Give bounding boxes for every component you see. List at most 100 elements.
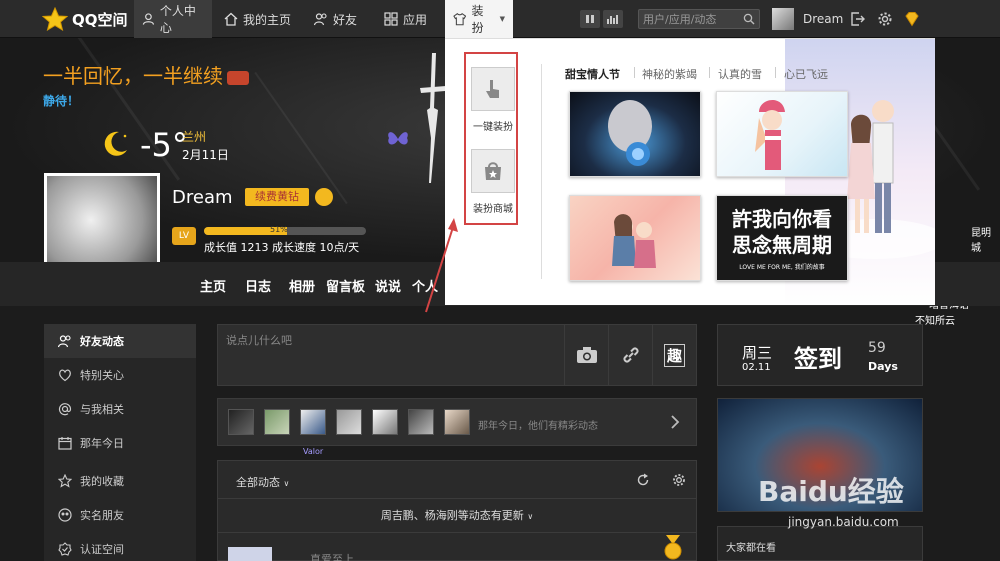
theme-tab-heart[interactable]: 心已飞远 <box>784 66 828 82</box>
memories-hint: 那年今日，他们有精彩动态 <box>478 421 598 432</box>
gear-icon[interactable] <box>672 473 686 487</box>
tab-dress-up[interactable]: 装扮 ▼ <box>445 0 513 38</box>
friend-avatar[interactable] <box>264 409 290 435</box>
growth-info: 成长值 1213 成长速度 10点/天 <box>204 241 360 254</box>
friend-avatar[interactable] <box>336 409 362 435</box>
friend-avatar[interactable] <box>408 409 434 435</box>
search-input[interactable] <box>639 10 739 28</box>
everyone-watching-title: 大家都在看 <box>726 543 776 554</box>
sidebar-item-favorites[interactable]: 我的收藏 <box>44 464 196 498</box>
diamond-icon[interactable] <box>904 11 920 27</box>
user-avatar[interactable] <box>772 8 794 30</box>
sidebar-item-friend-feed[interactable]: 好友动态 <box>44 324 196 358</box>
theme-thumb-text[interactable]: 許我向你看 思念無周期 LOVE ME FOR ME, 我们的故事 <box>716 195 848 281</box>
theme-tab-snow[interactable]: 认真的雪 <box>718 66 762 82</box>
theme-thumb-couple[interactable] <box>569 195 701 281</box>
popup-divider <box>541 64 542 279</box>
top-bar: QQ空间 个人中心 我的主页 好友 应用 装扮 ▼ Dream <box>0 0 1000 38</box>
checkin-count: 59 <box>868 340 886 356</box>
link-icon <box>622 347 639 363</box>
friend-avatar[interactable] <box>300 409 326 435</box>
friend-avatar[interactable] <box>444 409 470 435</box>
checkin-button[interactable]: 签到 <box>794 339 842 374</box>
tab-friends[interactable]: 好友 <box>306 0 366 38</box>
tab-separator <box>634 67 635 78</box>
checkin-card[interactable]: 周三 02.11 签到 59 Days <box>717 324 923 386</box>
weather-date: 2月11日 <box>182 148 229 162</box>
feed-panel: 全部动态 ∨ 周吉鹏、杨海刚等动态有更新 ∨ 真爱至上 <box>217 460 697 561</box>
subnav-album[interactable]: 相册 <box>289 276 315 295</box>
tab-apps[interactable]: 应用 <box>376 0 436 38</box>
tab-separator <box>775 67 776 78</box>
people-circle-icon <box>58 508 72 522</box>
weather-city: 兰州 <box>182 130 207 144</box>
link-button[interactable] <box>608 325 652 385</box>
baidu-watermark: Baidu经验 <box>758 475 904 508</box>
annotation-arrow <box>425 218 458 313</box>
fun-button[interactable]: 趣 <box>652 325 696 385</box>
rose-illustration <box>608 100 652 166</box>
sidebar-item-real-name-friends[interactable]: 实名朋友 <box>44 498 196 532</box>
theme-thumb-girl[interactable] <box>716 91 848 177</box>
profile-status[interactable]: 静待！ <box>43 92 79 109</box>
temperature: -5° <box>140 126 188 164</box>
subnav-guestbook[interactable]: 留言板 <box>326 276 365 295</box>
thumb-subtitle: LOVE ME FOR ME, 我们的故事 <box>739 264 825 271</box>
sidebar-item-this-day[interactable]: 那年今日 <box>44 426 196 460</box>
search-icon[interactable] <box>743 13 755 25</box>
chevron-right-icon[interactable] <box>670 415 680 429</box>
theme-tab-mystic[interactable]: 神秘的紫竭 <box>642 66 697 82</box>
profile-name: Dream <box>172 187 233 208</box>
subnav-moments[interactable]: 说说 <box>375 276 401 295</box>
moon-weather-icon <box>104 131 127 156</box>
gear-icon[interactable] <box>877 11 893 27</box>
medal-icon <box>664 535 682 560</box>
motto-badge-icon <box>227 70 249 85</box>
calligraphy-art <box>420 53 446 183</box>
growth-progress-text: 51% <box>270 225 288 234</box>
dress-mall-button[interactable] <box>471 149 515 193</box>
feed-update-notice[interactable]: 周吉鹏、杨海刚等动态有更新 ∨ <box>218 499 696 533</box>
sidebar-item-special-care[interactable]: 特别关心 <box>44 358 196 392</box>
tab-personal-center[interactable]: 个人中心 <box>134 0 212 38</box>
tshirt-icon <box>453 12 467 26</box>
feed-item-name[interactable]: 真爱至上 <box>310 551 354 561</box>
equalizer-button[interactable] <box>603 10 623 28</box>
feed-filter-dropdown[interactable]: 全部动态 ∨ <box>236 474 289 490</box>
sidebar-item-related-to-me[interactable]: 与我相关 <box>44 392 196 426</box>
city-label: 昆明城 <box>971 228 991 254</box>
one-click-dress-button[interactable] <box>471 67 515 111</box>
friend-avatar[interactable] <box>372 409 398 435</box>
qzone-logo[interactable]: QQ空间 <box>42 7 128 31</box>
pause-button[interactable] <box>580 10 600 28</box>
sidebar-item-verified-space[interactable]: 认证空间 <box>44 532 196 561</box>
valor-label: Valor <box>303 447 324 456</box>
level-badge[interactable]: LV <box>172 227 196 245</box>
friend-avatar[interactable] <box>228 409 254 435</box>
theme-tab-valentine[interactable]: 甜宝情人节 <box>565 66 620 82</box>
tab-separator <box>709 67 710 78</box>
home-icon <box>224 12 238 26</box>
friends-icon <box>314 13 327 26</box>
one-click-dress-label[interactable]: 一键装扮 <box>466 118 520 133</box>
photo-button[interactable] <box>564 325 608 385</box>
theme-thumb-blue-rose[interactable] <box>569 91 701 177</box>
post-input[interactable]: 说点儿什么吧 <box>226 332 292 348</box>
dress-mall-label[interactable]: 装扮商城 <box>466 200 520 215</box>
subnav-blog[interactable]: 日志 <box>245 276 271 295</box>
renew-vip-button[interactable]: 续费黄钻 <box>245 188 309 206</box>
tab-my-homepage[interactable]: 我的主页 <box>216 0 300 38</box>
subnav-home[interactable]: 主页 <box>200 276 226 295</box>
left-sidebar: 好友动态 特别关心 与我相关 那年今日 我的收藏 实名朋友 认证空间 <box>44 324 196 561</box>
quick-dress-panel: 一键装扮 装扮商城 <box>464 52 518 225</box>
feed-item-avatar[interactable] <box>228 547 272 561</box>
verified-icon <box>58 542 72 556</box>
feed-header: 全部动态 ∨ <box>218 461 696 499</box>
camera-icon <box>576 347 597 363</box>
logout-icon[interactable] <box>850 11 866 27</box>
user-name[interactable]: Dream <box>803 12 843 26</box>
chevron-down-icon: ∨ <box>283 479 290 488</box>
refresh-icon[interactable] <box>636 473 650 487</box>
rain-streak <box>254 71 348 205</box>
vip-emblem-icon[interactable] <box>315 188 333 206</box>
